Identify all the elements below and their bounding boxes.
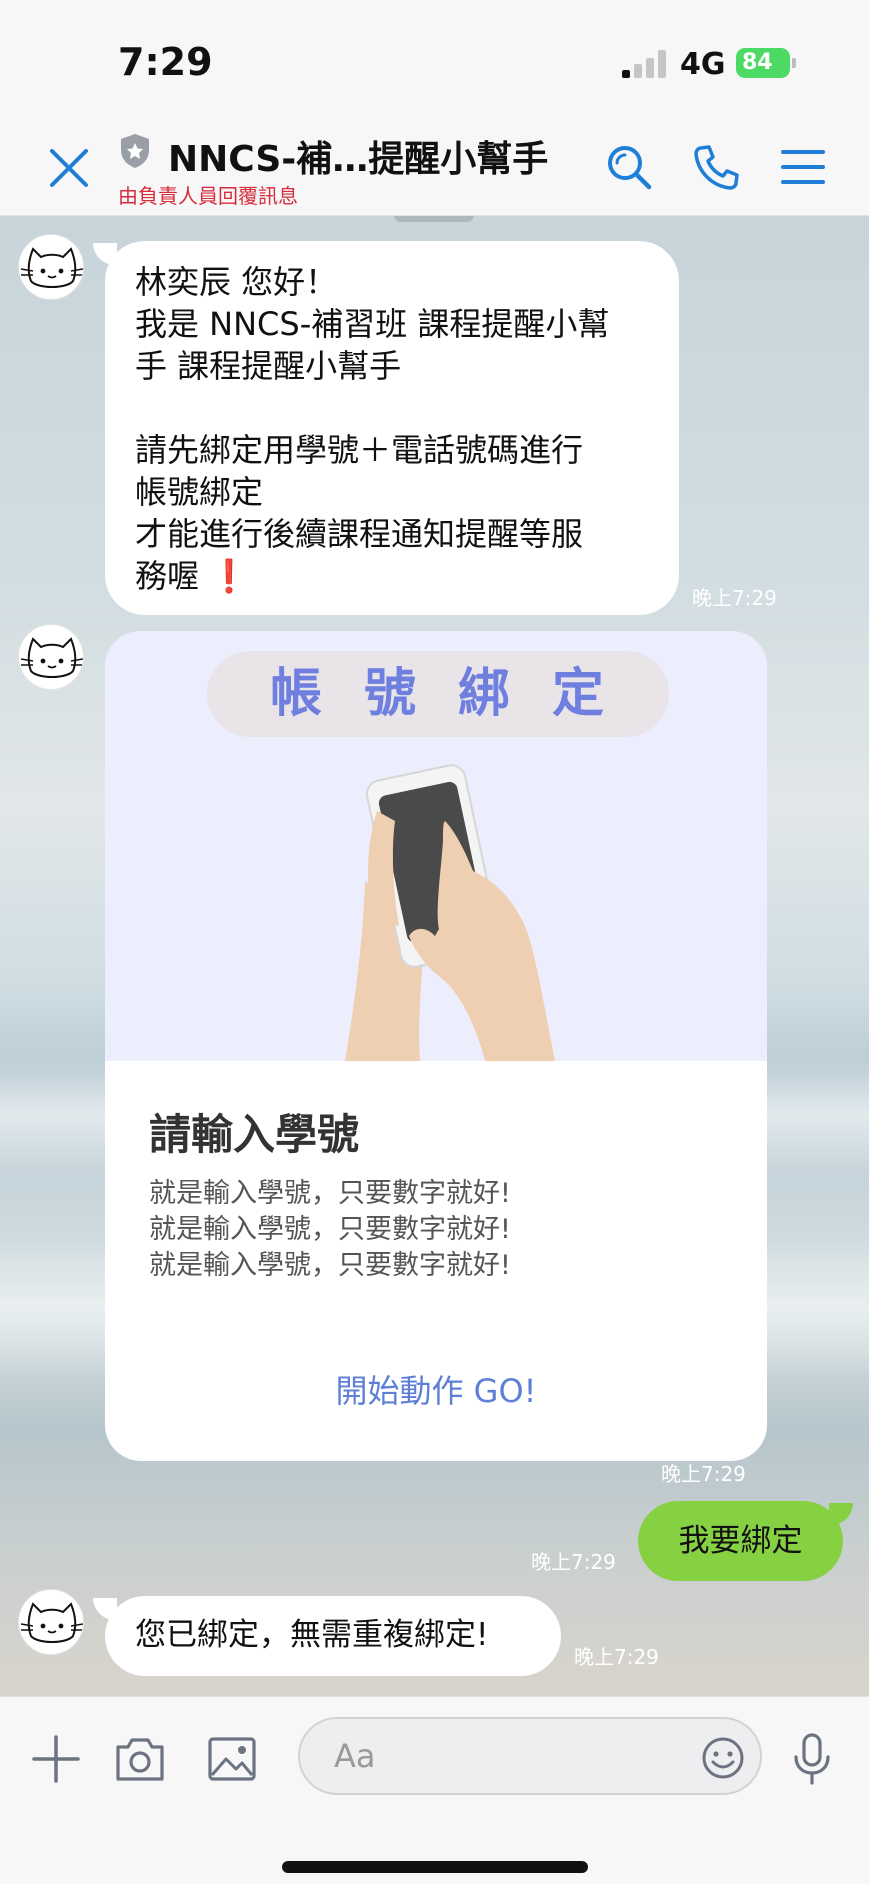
bubble-tail <box>829 1503 853 1525</box>
image-icon[interactable] <box>204 1731 260 1787</box>
exclamation-icon: ❗ <box>209 557 250 595</box>
chat-title: NNCS-補…提醒小幫手 <box>168 139 549 180</box>
message-line <box>135 387 649 429</box>
bot-avatar[interactable] <box>18 234 84 300</box>
home-indicator <box>282 1861 588 1873</box>
close-icon[interactable] <box>46 145 92 191</box>
message-text: 您已綁定，無需重複綁定! <box>135 1617 489 1653</box>
message-line: 林奕辰 您好！ <box>135 263 338 301</box>
message-timestamp: 晚上7:29 <box>661 1462 746 1486</box>
cat-avatar-icon <box>20 247 83 288</box>
flex-card[interactable]: 帳號綁定 請輸入學號 就是輸入學號，只要數字就好! 就是輸入學號，只要數字就好!… <box>105 631 767 1461</box>
card-hero: 帳號綁定 <box>105 631 767 1061</box>
my-message-text: 我要綁定 <box>678 1523 803 1559</box>
message-line: 帳號綁定 <box>135 473 264 511</box>
message-text: 務喔 <box>135 557 200 595</box>
message-timestamp: 晚上7:29 <box>574 1645 659 1669</box>
message-timestamp: 晚上7:29 <box>692 586 777 610</box>
battery-icon: 84 <box>736 48 796 78</box>
cat-avatar-icon <box>20 1602 83 1643</box>
status-time: 7:29 <box>118 40 213 84</box>
camera-icon[interactable] <box>112 1731 168 1787</box>
signal-icon <box>622 50 666 78</box>
card-description: 就是輸入學號，只要數字就好! 就是輸入學號，只要數字就好! 就是輸入學號，只要數… <box>149 1176 511 1284</box>
message-timestamp: 晚上7:29 <box>531 1550 616 1574</box>
phone-hand-illustration <box>345 764 555 1061</box>
message-bubble[interactable]: 您已綁定，無需重複綁定! <box>93 1596 561 1676</box>
status-bar: 7:29 4G 84 <box>0 0 869 120</box>
battery-level: 84 <box>742 50 773 75</box>
emoji-icon[interactable] <box>700 1735 746 1781</box>
card-description-line: 就是輸入學號，只要數字就好! <box>149 1178 511 1209</box>
my-message-bubble[interactable]: 我要綁定 <box>638 1501 853 1581</box>
chat-header: NNCS-補…提醒小幫手 由負責人員回覆訊息 <box>0 120 869 216</box>
chat-subtitle: 由負責人員回覆訊息 <box>118 184 298 208</box>
message-input[interactable]: Aa <box>298 1717 762 1795</box>
shield-icon <box>121 134 149 168</box>
search-icon[interactable] <box>604 142 654 192</box>
input-bar: Aa <box>0 1696 869 1884</box>
microphone-icon[interactable] <box>784 1731 840 1787</box>
message-line: 才能進行後續課程通知提醒等服 <box>135 515 584 553</box>
message-line: 務喔 ❗ <box>135 555 649 597</box>
phone-icon[interactable] <box>692 142 742 192</box>
message-input-placeholder: Aa <box>334 1737 376 1775</box>
bubble-tail <box>93 243 117 265</box>
card-description-line: 就是輸入學號，只要數字就好! <box>149 1214 511 1245</box>
scroll-indicator <box>394 216 474 222</box>
bot-avatar[interactable] <box>18 1589 84 1655</box>
menu-icon[interactable] <box>778 142 828 192</box>
message-line: 手 課程提醒小幫手 <box>135 347 402 385</box>
chat-area[interactable]: 林奕辰 您好！ 我是 NNCS-補習班 課程提醒小幫 手 課程提醒小幫手 請先綁… <box>0 216 869 1696</box>
card-description-line: 就是輸入學號，只要數字就好! <box>149 1250 511 1281</box>
start-action-button[interactable]: 開始動作 GO! <box>105 1361 767 1421</box>
cat-avatar-icon <box>20 637 83 678</box>
card-banner: 帳號綁定 <box>207 651 669 737</box>
bubble-tail <box>93 1598 117 1620</box>
network-type: 4G <box>680 47 726 82</box>
card-title: 請輸入學號 <box>149 1110 360 1159</box>
message-line: 請先綁定用學號＋電話號碼進行 <box>135 431 584 469</box>
message-bubble[interactable]: 林奕辰 您好！ 我是 NNCS-補習班 課程提醒小幫 手 課程提醒小幫手 請先綁… <box>93 241 679 615</box>
plus-icon[interactable] <box>28 1731 84 1787</box>
message-line: 我是 NNCS-補習班 課程提醒小幫 <box>135 305 610 343</box>
bot-avatar[interactable] <box>18 624 84 690</box>
